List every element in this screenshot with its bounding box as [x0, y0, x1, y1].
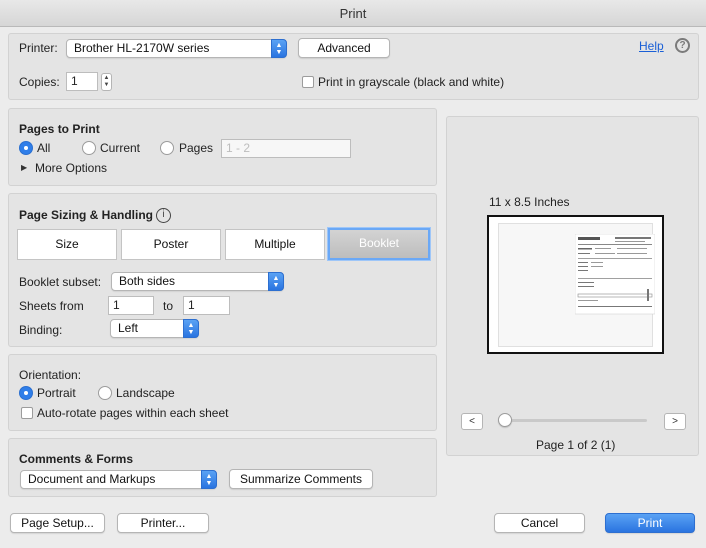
- landscape-radio[interactable]: [98, 386, 112, 400]
- chevron-updown-icon: ▲ ▼: [271, 39, 287, 58]
- binding-value: Left: [118, 321, 139, 335]
- cancel-button[interactable]: Cancel: [494, 513, 585, 533]
- pages-range-radio[interactable]: [160, 141, 174, 155]
- help-icon[interactable]: ?: [675, 38, 690, 53]
- preview-document-thumbnail: [575, 234, 655, 315]
- booklet-subset-label: Booklet subset:: [19, 275, 102, 289]
- portrait-radio[interactable]: [19, 386, 33, 400]
- next-page-button[interactable]: >: [664, 413, 686, 430]
- auto-rotate-checkbox[interactable]: [21, 407, 33, 419]
- help-link[interactable]: Help: [639, 39, 664, 53]
- more-options-label[interactable]: More Options: [35, 161, 107, 175]
- page-slider-track[interactable]: [504, 419, 647, 422]
- binding-label: Binding:: [19, 323, 63, 337]
- chevron-updown-icon: ▲ ▼: [183, 319, 199, 338]
- print-button[interactable]: Print: [605, 513, 695, 533]
- advanced-button[interactable]: Advanced: [298, 38, 390, 58]
- landscape-label: Landscape: [116, 386, 175, 400]
- printer-select[interactable]: Brother HL-2170W series ▲ ▼: [66, 39, 287, 58]
- pages-to-print-heading: Pages to Print: [19, 122, 100, 136]
- summarize-comments-button[interactable]: Summarize Comments: [229, 469, 373, 489]
- comments-forms-select[interactable]: Document and Markups ▲ ▼: [20, 470, 217, 489]
- mode-multiple-button[interactable]: Multiple: [225, 229, 325, 260]
- printer-select-value: Brother HL-2170W series: [74, 41, 210, 55]
- copies-stepper-icon[interactable]: ▲ ▼: [101, 73, 112, 91]
- comments-forms-heading: Comments & Forms: [19, 452, 134, 466]
- comments-forms-value: Document and Markups: [28, 472, 156, 486]
- window-title: Print: [339, 6, 367, 21]
- auto-rotate-label: Auto-rotate pages within each sheet: [37, 406, 229, 420]
- printer-button[interactable]: Printer...: [117, 513, 209, 533]
- copies-label: Copies:: [19, 75, 60, 89]
- sheets-from-label: Sheets from: [19, 299, 84, 313]
- sheets-to-label: to: [163, 299, 174, 313]
- page-indicator: Page 1 of 2 (1): [536, 438, 616, 452]
- pages-range-label: Pages: [179, 141, 214, 155]
- booklet-subset-select[interactable]: Both sides ▲ ▼: [111, 272, 284, 291]
- pages-current-radio[interactable]: [82, 141, 96, 155]
- mode-size-button[interactable]: Size: [17, 229, 117, 260]
- binding-select[interactable]: Left ▲ ▼: [110, 319, 199, 338]
- chevron-updown-icon: ▲ ▼: [268, 272, 284, 291]
- pages-current-label: Current: [100, 141, 141, 155]
- mode-booklet-button[interactable]: Booklet: [328, 228, 430, 260]
- page-slider-knob[interactable]: [498, 413, 512, 427]
- page-preview: [487, 215, 664, 354]
- printer-label: Printer:: [19, 41, 58, 55]
- info-icon[interactable]: i: [156, 208, 171, 223]
- sheets-to-input[interactable]: 1: [183, 296, 230, 315]
- page-sizing-heading: Page Sizing & Handling: [19, 208, 154, 222]
- sheets-from-input[interactable]: 1: [108, 296, 154, 315]
- mode-poster-button[interactable]: Poster: [121, 229, 221, 260]
- disclosure-triangle-icon[interactable]: ▶: [21, 163, 27, 172]
- grayscale-label: Print in grayscale (black and white): [318, 75, 505, 89]
- window-title-bar: Print: [0, 0, 706, 27]
- paper-size-label: 11 x 8.5 Inches: [489, 195, 570, 209]
- orientation-heading: Orientation:: [19, 368, 82, 382]
- grayscale-checkbox[interactable]: [302, 76, 314, 88]
- page-setup-button[interactable]: Page Setup...: [10, 513, 105, 533]
- portrait-label: Portrait: [37, 386, 76, 400]
- pages-all-radio[interactable]: [19, 141, 33, 155]
- copies-input[interactable]: 1: [66, 72, 98, 91]
- booklet-subset-value: Both sides: [119, 274, 176, 288]
- pages-all-label: All: [37, 141, 51, 155]
- previous-page-button[interactable]: <: [461, 413, 483, 430]
- chevron-updown-icon: ▲ ▼: [201, 470, 217, 489]
- pages-range-input[interactable]: 1 - 2: [221, 139, 351, 158]
- preview-sheet: [498, 223, 655, 347]
